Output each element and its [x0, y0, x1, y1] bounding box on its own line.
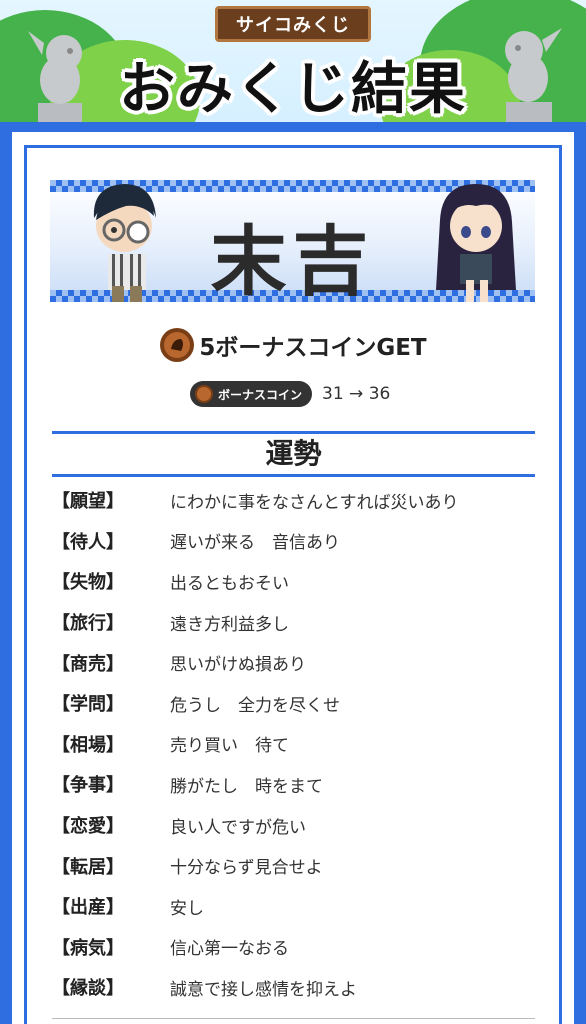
list-item: 【病気】 信心第一なおる [52, 927, 535, 968]
list-item: 【旅行】 遠き方利益多し [52, 602, 535, 643]
list-item: 【商売】 思いがけぬ損あり [52, 642, 535, 683]
list-item: 【恋愛】 良い人ですが危い [52, 805, 535, 846]
item-label: 【出産】 [52, 897, 124, 919]
bonus-coin-icon [160, 328, 195, 362]
item-label: 【転居】 [52, 856, 124, 878]
header-banner: サイコみくじ おみくじ結果 [0, 0, 586, 122]
divider [52, 1018, 535, 1019]
item-text: 安し [170, 898, 204, 919]
item-text: にわかに事をなさんとすれば災いあり [170, 492, 459, 513]
fortune-list: 【願望】 にわかに事をなさんとすれば災いあり 【待人】 遅いが来る 音信あり 【失物… [52, 480, 535, 1008]
list-item: 【争事】 勝がたし 時をまて [52, 764, 535, 805]
list-item: 【学問】 危うし 全力を尽くせ [52, 683, 535, 724]
item-label: 【旅行】 [52, 613, 124, 635]
item-text: 遅いが来る 音信あり [170, 533, 340, 554]
list-item: 【待人】 遅いが来る 音信あり [52, 521, 535, 562]
reward-line: 5ボーナスコインGET [0, 327, 586, 363]
coin-label-pill: ボーナスコイン [190, 381, 313, 407]
list-item: 【転居】 十分ならず見合せよ [52, 845, 535, 886]
item-text: 遠き方利益多し [170, 614, 289, 635]
list-item: 【出産】 安し [52, 886, 535, 927]
item-text: 勝がたし 時をまて [170, 776, 323, 797]
item-label: 【争事】 [52, 775, 124, 797]
item-label: 【恋愛】 [52, 816, 124, 838]
fortune-section-title: 運勢 [52, 431, 535, 477]
item-label: 【失物】 [52, 572, 124, 594]
girl-character-icon [436, 184, 516, 302]
item-text: 良い人ですが危い [170, 817, 306, 838]
item-text: 信心第一なおる [170, 939, 289, 960]
list-item: 【相場】 売り買い 待て [52, 724, 535, 765]
list-item: 【願望】 にわかに事をなさんとすれば災いあり [52, 480, 535, 521]
fortune-banner: 末吉 [50, 180, 535, 302]
item-text: 十分ならず見合せよ [170, 858, 323, 879]
item-text: 誠意で接し感情を抑えよ [170, 979, 357, 1000]
item-label: 【商売】 [52, 653, 124, 675]
item-text: 出るともおそい [170, 573, 289, 594]
coin-balance: ボーナスコイン 31 → 36 [190, 381, 390, 407]
item-label: 【相場】 [52, 734, 124, 756]
app-badge-label: サイコみくじ [236, 15, 350, 36]
reward-text: 5ボーナスコインGET [199, 335, 427, 361]
item-label: 【待人】 [52, 531, 124, 553]
item-text: 危うし 全力を尽くせ [170, 695, 340, 716]
app-badge: サイコみくじ [215, 6, 371, 42]
coin-change: 31 → 36 [322, 384, 391, 404]
item-label: 【願望】 [52, 491, 124, 513]
coin-label: ボーナスコイン [218, 387, 303, 402]
list-item: 【縁談】 誠意で接し感情を抑えよ [52, 967, 535, 1008]
item-text: 思いがけぬ損あり [170, 655, 306, 676]
bonus-coin-icon [195, 385, 213, 403]
item-label: 【縁談】 [52, 978, 124, 1000]
page-title: おみくじ結果 [119, 57, 467, 122]
item-label: 【病気】 [52, 937, 124, 959]
boy-character-icon [93, 184, 156, 302]
item-text: 売り買い 待て [170, 736, 289, 757]
list-item: 【失物】 出るともおそい [52, 561, 535, 602]
item-label: 【学問】 [52, 694, 124, 716]
